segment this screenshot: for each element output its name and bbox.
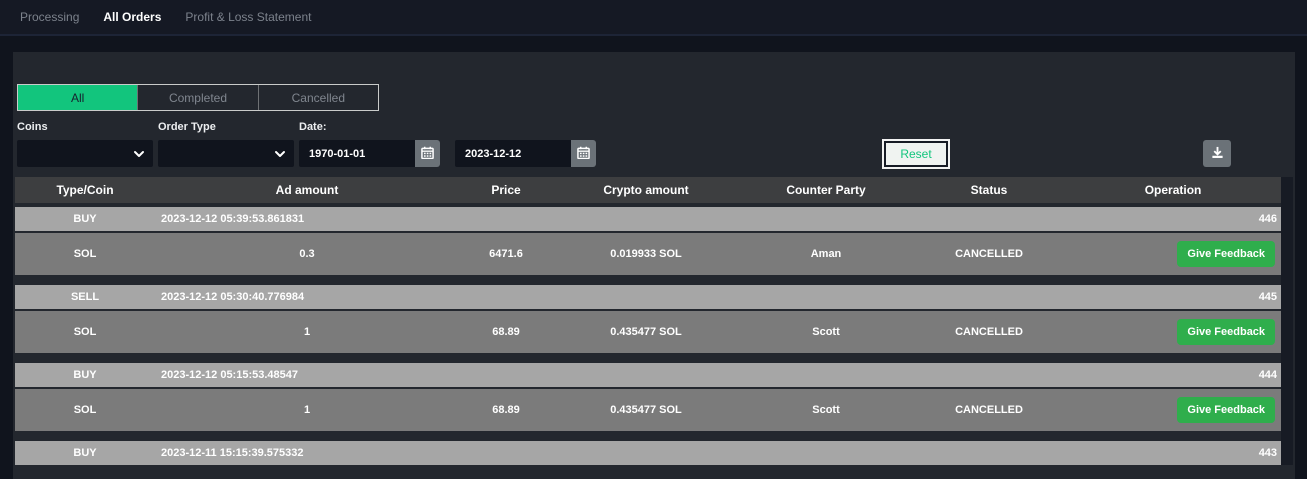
order-operation-cell: Give Feedback bbox=[1065, 241, 1281, 267]
order-group-header-row: BUY2023-12-11 15:15:39.575332443 bbox=[15, 441, 1281, 465]
order-type: BUY bbox=[15, 447, 155, 459]
download-button[interactable] bbox=[1203, 140, 1231, 167]
date-to-input[interactable] bbox=[455, 140, 571, 167]
order-id: 445 bbox=[1065, 291, 1281, 303]
orders-table: Type/Coin Ad amount Price Crypto amount … bbox=[15, 177, 1293, 465]
reset-button[interactable]: Reset bbox=[884, 141, 948, 167]
order-counter-party: Aman bbox=[739, 248, 913, 260]
order-group-header-row: BUY2023-12-12 05:39:53.861831446 bbox=[15, 207, 1281, 231]
column-header: Price bbox=[459, 183, 553, 197]
order-detail-row: SOL0.36471.60.019933 SOLAmanCANCELLED Giv… bbox=[15, 233, 1281, 275]
order-operation-cell: Give Feedback bbox=[1065, 319, 1281, 345]
order-id: 446 bbox=[1065, 213, 1281, 225]
column-header: Operation bbox=[1065, 183, 1281, 197]
order-type: BUY bbox=[15, 213, 155, 225]
order-status: CANCELLED bbox=[913, 248, 1065, 260]
filter-tab-completed[interactable]: Completed bbox=[137, 85, 257, 110]
filter-tab-all[interactable]: All bbox=[18, 85, 137, 110]
calendar-button-from[interactable] bbox=[415, 140, 440, 167]
order-type: SELL bbox=[15, 291, 155, 303]
order-datetime: 2023-12-11 15:15:39.575332 bbox=[155, 447, 1065, 459]
order-ad-amount: 1 bbox=[155, 404, 459, 416]
orders-panel: All Completed Cancelled Coins Order Type… bbox=[13, 52, 1295, 479]
chevron-down-icon bbox=[274, 147, 286, 165]
order-datetime: 2023-12-12 05:15:53.48547 bbox=[155, 369, 1065, 381]
calendar-icon bbox=[421, 146, 434, 162]
order-operation-cell: Give Feedback bbox=[1065, 397, 1281, 423]
date-label: Date: bbox=[299, 121, 327, 133]
chevron-down-icon bbox=[133, 147, 145, 165]
order-crypto-amount: 0.435477 SOL bbox=[553, 326, 739, 338]
order-datetime: 2023-12-12 05:39:53.861831 bbox=[155, 213, 1065, 225]
order-coin: SOL bbox=[15, 404, 155, 416]
order-crypto-amount: 0.019933 SOL bbox=[553, 248, 739, 260]
table-scrollbar[interactable] bbox=[1281, 177, 1293, 465]
coins-label: Coins bbox=[17, 121, 158, 133]
give-feedback-button[interactable]: Give Feedback bbox=[1177, 397, 1275, 423]
order-ad-amount: 1 bbox=[155, 326, 459, 338]
order-price: 68.89 bbox=[459, 404, 553, 416]
order-type-select[interactable] bbox=[158, 140, 294, 167]
column-header: Counter Party bbox=[739, 183, 913, 197]
filter-controls: Reset bbox=[17, 140, 1293, 167]
filter-labels: Coins Order Type Date: bbox=[17, 121, 1293, 133]
order-type-label: Order Type bbox=[158, 121, 299, 133]
order-id: 443 bbox=[1065, 447, 1281, 459]
nav-tab-processing[interactable]: Processing bbox=[20, 10, 79, 24]
order-ad-amount: 0.3 bbox=[155, 248, 459, 260]
column-header: Status bbox=[913, 183, 1065, 197]
order-status: CANCELLED bbox=[913, 404, 1065, 416]
order-counter-party: Scott bbox=[739, 326, 913, 338]
date-to-group bbox=[455, 140, 596, 167]
column-header: Crypto amount bbox=[553, 183, 739, 197]
column-header: Ad amount bbox=[155, 183, 459, 197]
date-from-input[interactable] bbox=[299, 140, 415, 167]
top-nav: Processing All Orders Profit & Loss Stat… bbox=[0, 0, 1307, 36]
calendar-button-to[interactable] bbox=[571, 140, 596, 167]
table-header: Type/Coin Ad amount Price Crypto amount … bbox=[15, 177, 1281, 203]
order-crypto-amount: 0.435477 SOL bbox=[553, 404, 739, 416]
calendar-icon bbox=[577, 146, 590, 162]
nav-tab-profit-loss[interactable]: Profit & Loss Statement bbox=[185, 10, 311, 24]
order-datetime: 2023-12-12 05:30:40.776984 bbox=[155, 291, 1065, 303]
status-filter-tabs: All Completed Cancelled bbox=[17, 84, 379, 111]
order-detail-row: SOL168.890.435477 SOLScottCANCELLED Give … bbox=[15, 389, 1281, 431]
coins-select[interactable] bbox=[17, 140, 153, 167]
order-counter-party: Scott bbox=[739, 404, 913, 416]
column-header: Type/Coin bbox=[15, 183, 155, 197]
order-price: 68.89 bbox=[459, 326, 553, 338]
order-id: 444 bbox=[1065, 369, 1281, 381]
orders-table-body: BUY2023-12-12 05:39:53.861831446SOL0.364… bbox=[15, 207, 1281, 465]
download-icon bbox=[1211, 146, 1224, 162]
screen: Processing All Orders Profit & Loss Stat… bbox=[0, 0, 1307, 479]
order-type: BUY bbox=[15, 369, 155, 381]
order-coin: SOL bbox=[15, 248, 155, 260]
order-price: 6471.6 bbox=[459, 248, 553, 260]
filter-tab-cancelled[interactable]: Cancelled bbox=[258, 85, 378, 110]
order-coin: SOL bbox=[15, 326, 155, 338]
order-status: CANCELLED bbox=[913, 326, 1065, 338]
nav-tab-all-orders[interactable]: All Orders bbox=[103, 10, 161, 24]
give-feedback-button[interactable]: Give Feedback bbox=[1177, 241, 1275, 267]
order-group-header-row: BUY2023-12-12 05:15:53.48547444 bbox=[15, 363, 1281, 387]
give-feedback-button[interactable]: Give Feedback bbox=[1177, 319, 1275, 345]
date-from-group bbox=[299, 140, 440, 167]
order-group-header-row: SELL2023-12-12 05:30:40.776984445 bbox=[15, 285, 1281, 309]
order-detail-row: SOL168.890.435477 SOLScottCANCELLED Give … bbox=[15, 311, 1281, 353]
